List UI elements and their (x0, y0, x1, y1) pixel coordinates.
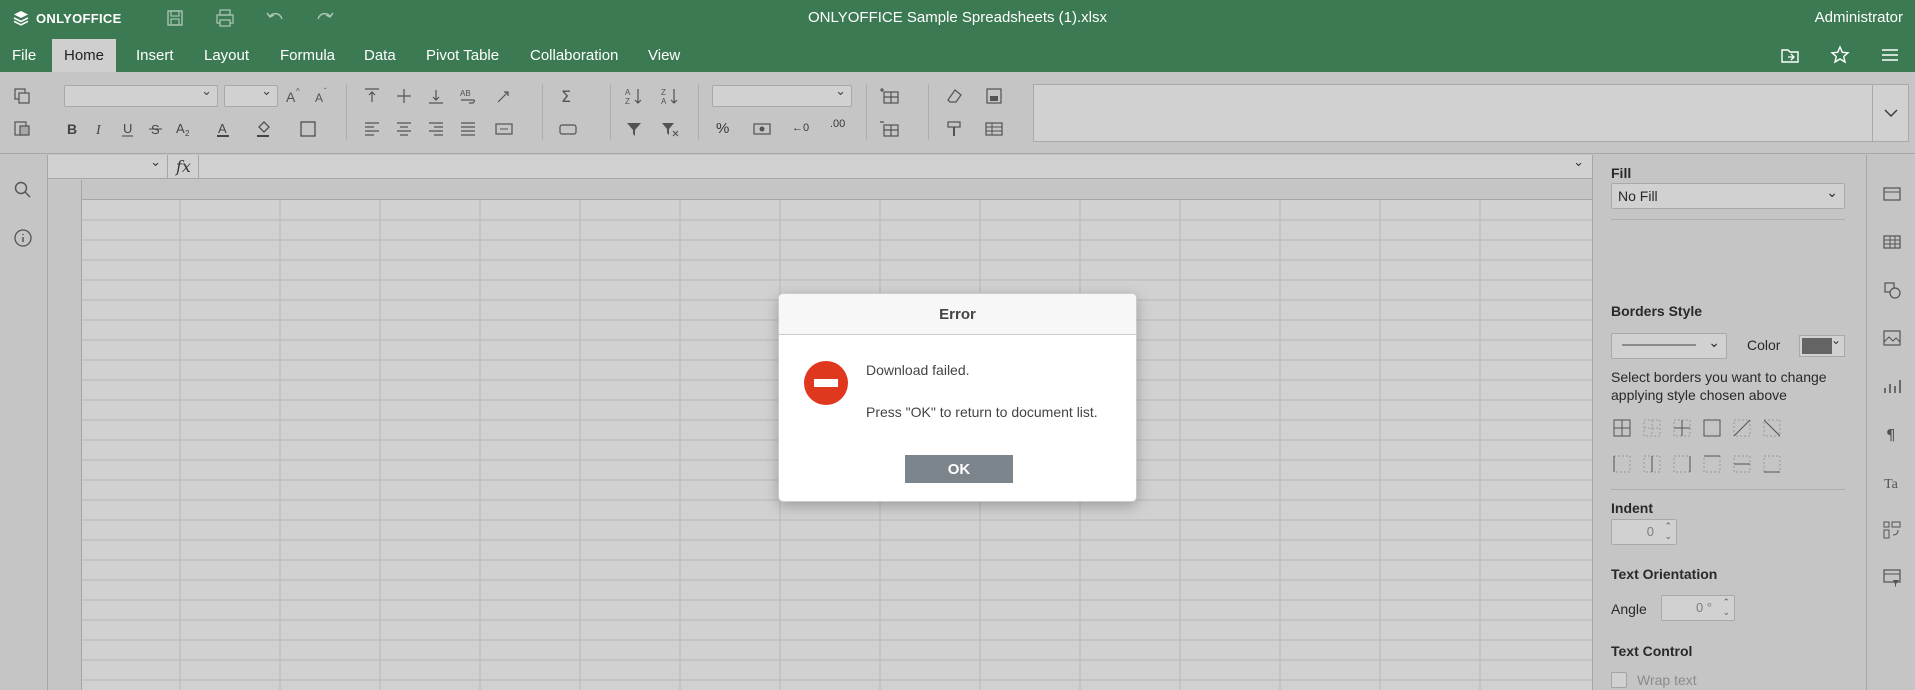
menu-icon[interactable] (1879, 44, 1901, 66)
tab-insert[interactable]: Insert (124, 39, 186, 72)
user-name[interactable]: Administrator (1815, 9, 1903, 26)
favorite-star-icon[interactable] (1829, 44, 1851, 66)
error-stop-icon (803, 360, 849, 406)
ok-button[interactable]: OK (905, 455, 1013, 483)
tab-home[interactable]: Home (52, 39, 117, 72)
tab-data[interactable]: Data (352, 39, 408, 72)
onlyoffice-logo-icon (13, 11, 29, 26)
tab-view[interactable]: View (636, 39, 692, 72)
document-title: ONLYOFFICE Sample Spreadsheets (1).xlsx (808, 9, 1107, 26)
save-icon[interactable] (164, 7, 186, 29)
tab-layout[interactable]: Layout (192, 39, 261, 72)
brand-name: ONLYOFFICE (36, 10, 122, 26)
tab-formula[interactable]: Formula (268, 39, 347, 72)
open-location-icon[interactable] (1779, 44, 1801, 66)
tab-pivot-table[interactable]: Pivot Table (414, 39, 511, 72)
tab-file[interactable]: File (0, 39, 48, 72)
dialog-title: Error (779, 294, 1136, 335)
title-bar: ONLYOFFICE ONLYOFFICE Sample Spreadsheet… (0, 0, 1915, 36)
redo-icon[interactable] (314, 7, 336, 29)
dialog-message-line1: Download failed. (866, 362, 970, 378)
tab-collaboration[interactable]: Collaboration (518, 39, 630, 72)
onlyoffice-logo[interactable]: ONLYOFFICE (12, 9, 122, 27)
ribbon-tabs: File Home Insert Layout Formula Data Piv… (0, 36, 1915, 72)
print-icon[interactable] (214, 7, 236, 29)
undo-icon[interactable] (264, 7, 286, 29)
error-dialog: Error Download failed. Press "OK" to ret… (778, 293, 1137, 502)
dialog-message-line2: Press "OK" to return to document list. (866, 404, 1098, 420)
